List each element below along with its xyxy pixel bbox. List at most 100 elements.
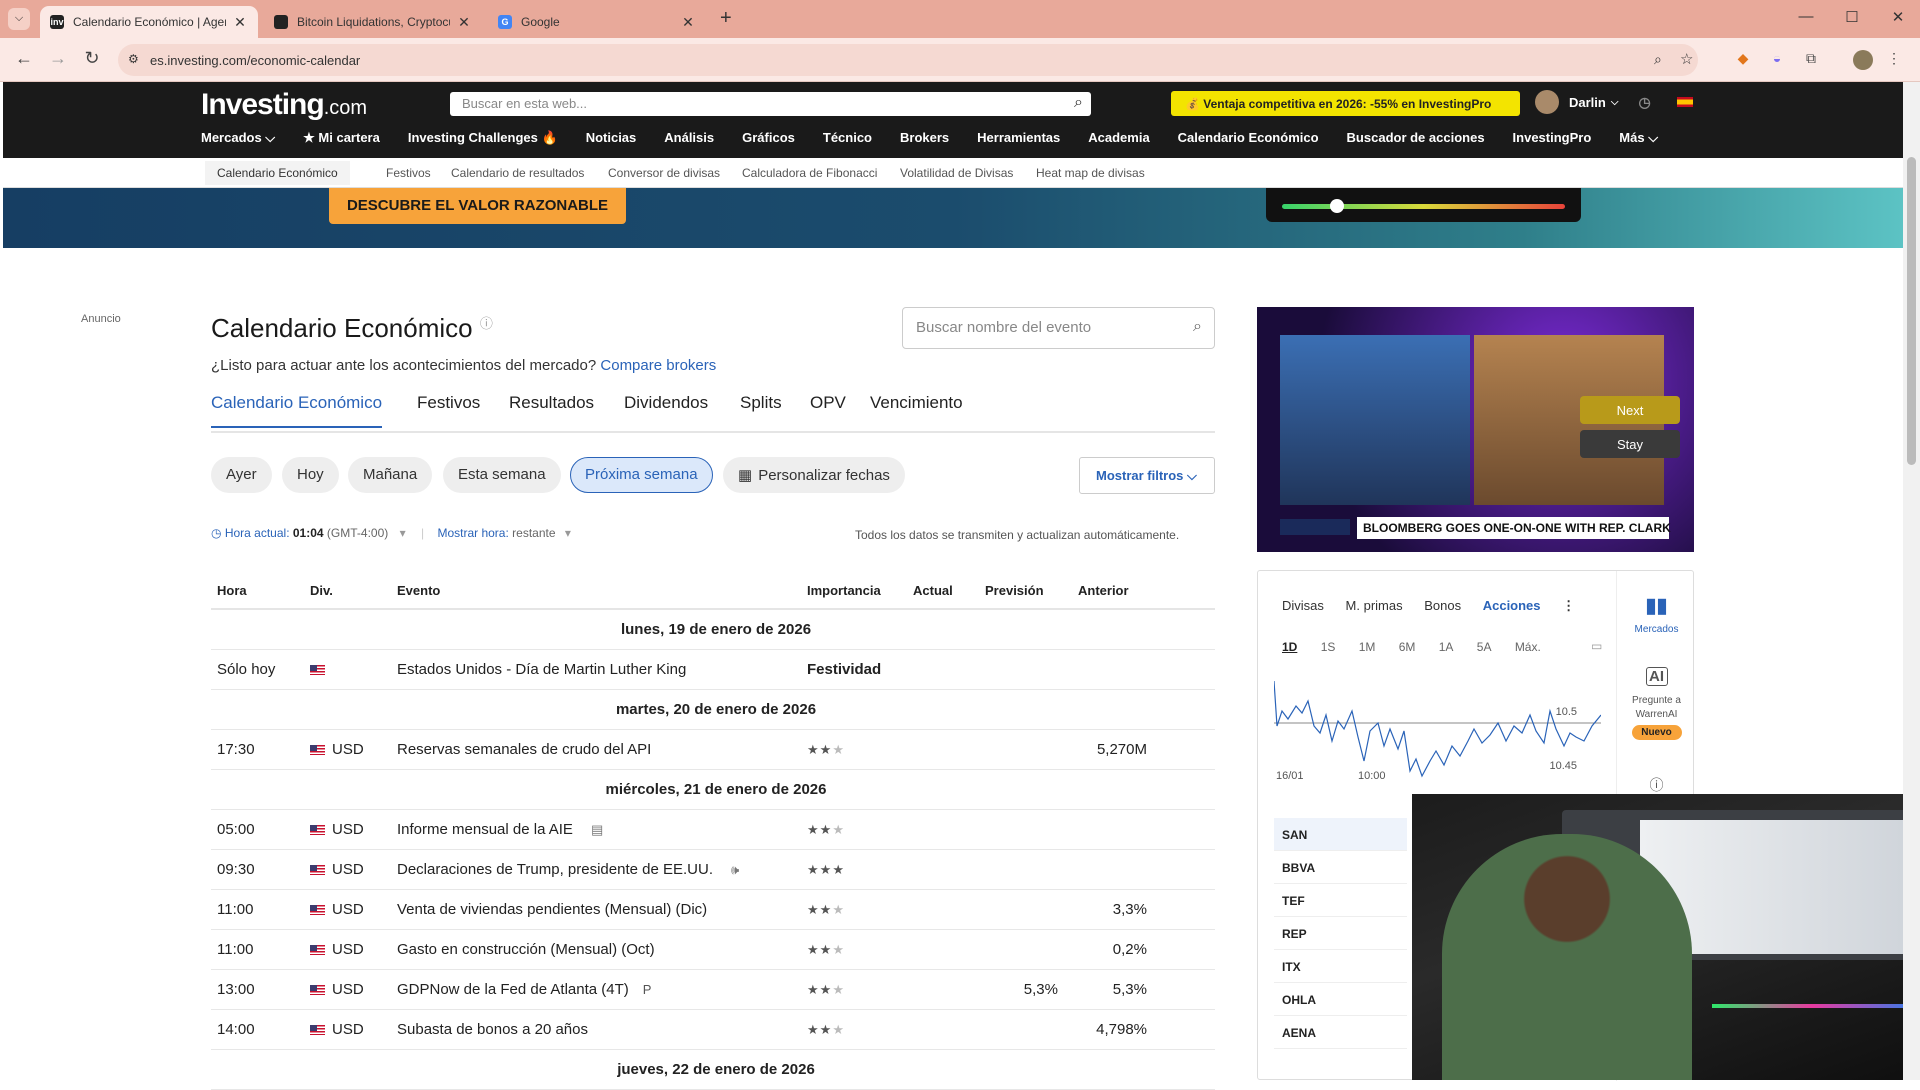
clock-icon[interactable]: ◷: [1638, 94, 1650, 111]
nav-calendario[interactable]: Calendario Económico: [1178, 130, 1319, 146]
event-name-cell[interactable]: Declaraciones de Trump, presidente de EE…: [391, 849, 801, 890]
filter-personalizar-fechas[interactable]: ▦ Personalizar fechas: [723, 457, 905, 493]
event-name[interactable]: Informe mensual de la AIE: [397, 821, 573, 838]
more-options-icon[interactable]: ⋮: [1562, 598, 1575, 613]
tab-festivos[interactable]: Festivos: [417, 393, 480, 426]
browser-menu-icon[interactable]: ⋮: [1884, 50, 1904, 70]
browser-tab[interactable]: inv Calendario Económico | Agenda ✕: [40, 6, 258, 38]
subnav-festivos[interactable]: Festivos: [386, 166, 431, 180]
minimize-icon[interactable]: —: [1786, 8, 1826, 25]
video-next-button[interactable]: Next: [1580, 396, 1680, 424]
table-row[interactable]: 09:30 USD Declaraciones de Trump, presiden…: [211, 849, 1215, 890]
range-max[interactable]: Máx.: [1515, 640, 1541, 654]
tab-bonos[interactable]: Bonos: [1424, 598, 1461, 613]
nav-mercados[interactable]: Mercados ⌵: [201, 130, 275, 146]
zoom-icon[interactable]: ⌕: [1654, 51, 1662, 68]
reload-icon[interactable]: ↻: [80, 48, 104, 69]
address-bar[interactable]: ⚙ es.investing.com/economic-calendar ⌕ ☆: [118, 44, 1698, 76]
nav-brokers[interactable]: Brokers: [900, 130, 949, 146]
subnav-fibonacci[interactable]: Calculadora de Fibonacci: [742, 166, 877, 180]
nav-noticias[interactable]: Noticias: [586, 130, 637, 146]
tab-acciones[interactable]: Acciones: [1483, 598, 1541, 613]
table-row[interactable]: Sólo hoy Estados Unidos - Día de Martin L…: [211, 649, 1215, 690]
stock-row[interactable]: REP: [1274, 917, 1407, 950]
tab-calendario[interactable]: Calendario Económico: [211, 393, 383, 428]
show-time-label[interactable]: Mostrar hora:: [437, 526, 508, 540]
col-hora[interactable]: Hora: [211, 573, 304, 610]
close-tab-icon[interactable]: ✕: [680, 14, 696, 31]
nav-investingpro[interactable]: InvestingPro: [1513, 130, 1592, 146]
event-name-cell[interactable]: GDPNow de la Fed de Atlanta (4T) P: [391, 969, 801, 1010]
tab-list-button[interactable]: ⌵: [8, 8, 30, 30]
stock-row[interactable]: ITX: [1274, 950, 1407, 983]
site-search-input[interactable]: Buscar en esta web... ⌕: [450, 92, 1091, 116]
range-1s[interactable]: 1S: [1321, 640, 1336, 654]
event-name-cell[interactable]: Venta de viviendas pendientes (Mensual) …: [391, 889, 801, 930]
filter-proxima-semana[interactable]: Próxima semana: [570, 457, 713, 493]
close-window-icon[interactable]: ✕: [1878, 8, 1918, 26]
ad-banner[interactable]: DESCUBRE EL VALOR RAZONABLE: [3, 188, 1903, 248]
scrollbar-thumb[interactable]: [1907, 157, 1916, 465]
document-icon[interactable]: ▤: [591, 822, 603, 837]
tab-splits[interactable]: Splits: [740, 393, 782, 426]
event-name[interactable]: Declaraciones de Trump, presidente de EE…: [397, 861, 713, 878]
spain-flag-icon[interactable]: [1676, 97, 1693, 107]
event-name[interactable]: Reservas semanales de crudo del API: [397, 741, 651, 758]
range-6m[interactable]: 6M: [1399, 640, 1416, 654]
browser-tab[interactable]: G Google ✕: [488, 6, 706, 38]
help-icon[interactable]: ⓘ: [1617, 775, 1696, 795]
stock-row[interactable]: SAN: [1274, 818, 1407, 851]
fair-value-button[interactable]: DESCUBRE EL VALOR RAZONABLE: [329, 188, 626, 224]
investing-logo[interactable]: Investing.com: [201, 88, 367, 122]
video-ad[interactable]: Next Stay BLOOMBERG GOES ONE-ON-ONE WITH…: [1257, 307, 1694, 552]
subnav-resultados[interactable]: Calendario de resultados: [451, 166, 584, 180]
nav-investing-challenges[interactable]: Investing Challenges 🔥: [408, 130, 558, 146]
col-anterior[interactable]: Anterior: [1072, 573, 1215, 610]
rail-warrenai[interactable]: AI Pregunte a WarrenAI Nuevo: [1617, 667, 1696, 740]
filter-ayer[interactable]: Ayer: [211, 457, 272, 493]
event-search-input[interactable]: Buscar nombre del evento ⌕: [902, 307, 1215, 349]
bookmark-star-icon[interactable]: ☆: [1680, 50, 1693, 68]
event-name[interactable]: Venta de viviendas pendientes (Mensual) …: [397, 901, 707, 918]
event-name-cell[interactable]: Reservas semanales de crudo del API: [391, 729, 801, 770]
page-scrollbar[interactable]: [1903, 82, 1920, 1080]
table-row[interactable]: 11:00 USD Venta de viviendas pendientes (M…: [211, 889, 1215, 930]
stock-row[interactable]: BBVA: [1274, 851, 1407, 884]
col-actual[interactable]: Actual: [907, 573, 979, 610]
filter-hoy[interactable]: Hoy: [282, 457, 339, 493]
event-name-cell[interactable]: Estados Unidos - Día de Martin Luther Ki…: [391, 649, 801, 690]
nav-tecnico[interactable]: Técnico: [823, 130, 872, 146]
chevron-down-icon[interactable]: ▾: [400, 526, 406, 540]
nav-graficos[interactable]: Gráficos: [742, 130, 795, 146]
event-name[interactable]: Estados Unidos - Día de Martin Luther Ki…: [397, 661, 686, 678]
table-row[interactable]: 14:00 USD Subasta de bonos a 20 años ★★★ 4,7…: [211, 1009, 1215, 1050]
subnav-heatmap[interactable]: Heat map de divisas: [1036, 166, 1145, 180]
search-icon[interactable]: ⌕: [1193, 318, 1202, 336]
nav-mas[interactable]: Más ⌵: [1619, 130, 1658, 146]
event-name-cell[interactable]: Informe mensual de la AIE ▤: [391, 809, 801, 850]
tab-divisas[interactable]: Divisas: [1282, 598, 1324, 613]
filter-esta-semana[interactable]: Esta semana: [443, 457, 561, 493]
tab-dividendos[interactable]: Dividendos: [624, 393, 708, 426]
filter-manana[interactable]: Mañana: [348, 457, 433, 493]
event-name-cell[interactable]: Subasta de bonos a 20 años: [391, 1009, 801, 1050]
nav-academia[interactable]: Academia: [1088, 130, 1149, 146]
browser-tab[interactable]: Bitcoin Liquidations, Cryptocur ✕: [264, 6, 482, 38]
nav-mi-cartera[interactable]: ★ Mi cartera: [303, 130, 380, 146]
speaker-icon[interactable]: 🕪: [731, 862, 739, 877]
search-icon[interactable]: ⌕: [1074, 94, 1083, 112]
video-stay-button[interactable]: Stay: [1580, 430, 1680, 458]
tab-vencimiento[interactable]: Vencimiento: [870, 393, 963, 426]
table-row[interactable]: 13:00 USD GDPNow de la Fed de Atlanta (4T)…: [211, 969, 1215, 1010]
forward-icon[interactable]: →: [46, 48, 70, 69]
extension-icon[interactable]: ◒: [1767, 50, 1787, 70]
maximize-icon[interactable]: ☐: [1832, 8, 1872, 26]
stock-row[interactable]: AENA: [1274, 1016, 1407, 1049]
table-row[interactable]: 11:00 USD Gasto en construcción (Mensual) …: [211, 929, 1215, 970]
range-1d[interactable]: 1D: [1282, 640, 1297, 654]
investingpro-promo-banner[interactable]: 💰 Ventaja competitiva en 2026: -55% en I…: [1171, 91, 1520, 116]
chevron-down-icon[interactable]: ▾: [565, 526, 571, 540]
col-evento[interactable]: Evento: [391, 573, 801, 610]
nav-buscador[interactable]: Buscador de acciones: [1347, 130, 1485, 146]
event-name[interactable]: Gasto en construcción (Mensual) (Oct): [397, 941, 655, 958]
